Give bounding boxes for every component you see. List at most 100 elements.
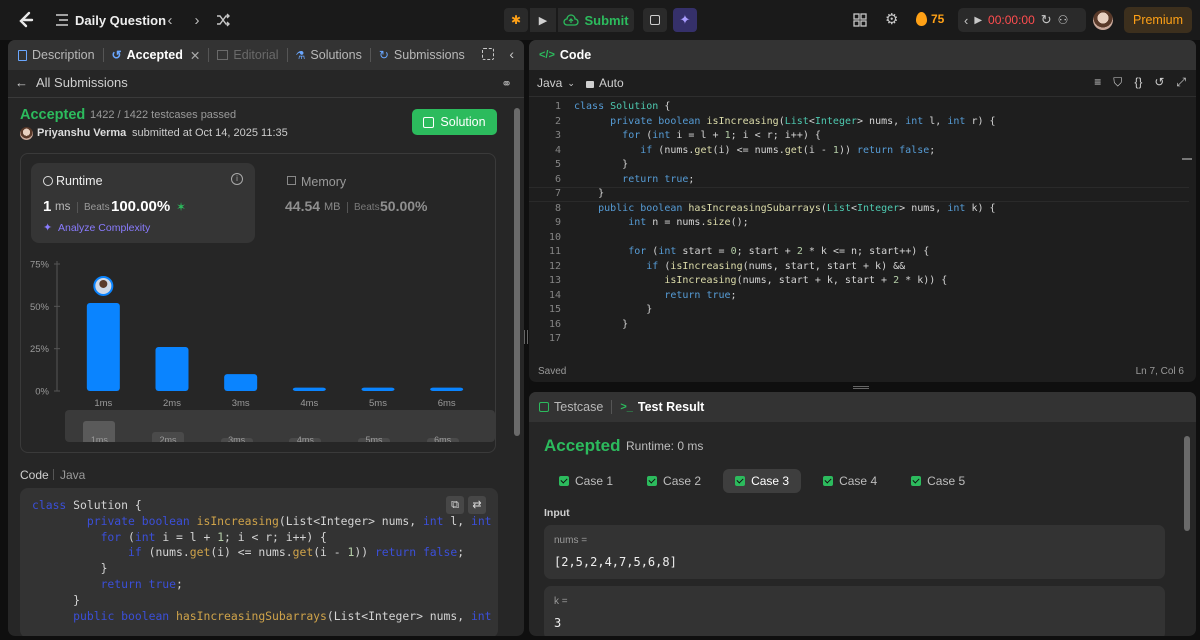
code-token: if bbox=[128, 545, 149, 560]
braces-icon[interactable]: {} bbox=[1134, 75, 1142, 90]
code-token: isIncreasing bbox=[670, 260, 743, 272]
code-token: } bbox=[574, 304, 653, 315]
bar-1ms[interactable] bbox=[86, 302, 120, 391]
code-token: ; start + bbox=[736, 246, 797, 257]
editor-code-line: for (int i = l + 1; i < r; i++) { bbox=[574, 129, 996, 144]
settings-gear-icon[interactable]: ⚙ bbox=[885, 12, 901, 28]
tab-solutions[interactable]: ⚗ Solutions bbox=[288, 40, 370, 70]
submitted-code-line: if (nums.get(i) <= nums.get(i - 1)) retu… bbox=[32, 545, 498, 561]
y-tick-label: 75% bbox=[30, 260, 50, 271]
run-button[interactable]: ▶ bbox=[530, 8, 556, 32]
ai-assist-button[interactable]: ✦ bbox=[673, 8, 697, 32]
code-token: get bbox=[694, 144, 713, 156]
notes-button[interactable] bbox=[643, 8, 667, 32]
vertical-resize-handle[interactable] bbox=[524, 330, 528, 344]
language-select[interactable]: Java ⌄ bbox=[537, 76, 575, 90]
memory-chip-icon bbox=[287, 176, 296, 185]
case-tab-3[interactable]: Case 3 bbox=[723, 469, 802, 493]
author-avatar[interactable] bbox=[20, 127, 33, 140]
fullscreen-icon[interactable]: ⤢ bbox=[1176, 75, 1186, 90]
testcases-passed: 1422 / 1422 testcases passed bbox=[90, 109, 237, 121]
solution-button[interactable]: Solution bbox=[412, 109, 497, 135]
bar-2ms[interactable] bbox=[155, 346, 189, 391]
stats-card: Runtime i 1 ms Beats 100.00% ✶ ✦ Analyze… bbox=[20, 153, 496, 453]
layout-icon[interactable] bbox=[853, 13, 867, 27]
bar-6ms[interactable] bbox=[430, 387, 464, 391]
code-token: List bbox=[826, 202, 851, 214]
line-number: 4 bbox=[554, 144, 561, 156]
timer-play-icon[interactable]: ▶ bbox=[974, 15, 982, 26]
left-scrollbar[interactable] bbox=[514, 108, 520, 436]
chart-range-slider[interactable]: 1ms 2ms 3ms 4ms 5ms 6ms bbox=[65, 410, 495, 442]
info-icon[interactable]: i bbox=[231, 173, 243, 185]
case-tab-1[interactable]: Case 1 bbox=[547, 469, 625, 493]
prev-question-icon[interactable]: ‹ bbox=[162, 11, 178, 29]
case-tab-5[interactable]: Case 5 bbox=[899, 469, 977, 493]
all-submissions-link[interactable]: ← All Submissions bbox=[15, 75, 128, 90]
avatar[interactable] bbox=[1093, 10, 1113, 30]
arrow-left-icon: ← bbox=[15, 75, 28, 90]
code-token: )) bbox=[838, 144, 857, 156]
shuffle-icon[interactable] bbox=[215, 12, 231, 28]
timer-reset-icon[interactable]: ↻ bbox=[1041, 12, 1052, 28]
tab-editorial[interactable]: Editorial bbox=[209, 40, 286, 70]
case-tab-2[interactable]: Case 2 bbox=[635, 469, 713, 493]
code-token: ; bbox=[730, 289, 737, 301]
tab-description[interactable]: Description bbox=[8, 40, 103, 70]
auto-mode-toggle[interactable]: Auto bbox=[586, 76, 624, 90]
tab-test-result[interactable]: >_ Test Result bbox=[612, 392, 712, 422]
code-token: (i - bbox=[802, 144, 833, 156]
streak-counter[interactable]: 75 bbox=[916, 12, 944, 26]
case-tab-4[interactable]: Case 4 bbox=[811, 469, 889, 493]
bar-4ms[interactable] bbox=[292, 387, 326, 391]
submit-button[interactable]: Submit bbox=[558, 8, 634, 32]
test-scrollbar[interactable] bbox=[1184, 436, 1190, 531]
cursor-position: Ln 7, Col 6 bbox=[1135, 366, 1184, 377]
next-question-icon[interactable]: › bbox=[189, 11, 205, 29]
editor-scrollbar-marker[interactable] bbox=[1182, 158, 1192, 160]
timer-collapse-icon[interactable]: ‹ bbox=[964, 13, 968, 28]
runtime-beats: 100.00% bbox=[111, 198, 171, 215]
bar-3ms[interactable] bbox=[224, 374, 258, 391]
bar-5ms[interactable] bbox=[361, 387, 395, 391]
problem-list-icon[interactable] bbox=[54, 12, 70, 28]
format-icon[interactable]: ≡ bbox=[1094, 75, 1101, 90]
code-token: } bbox=[574, 318, 629, 330]
code-brackets-icon: </> bbox=[539, 49, 555, 61]
collapse-panel-icon[interactable]: ‹ bbox=[509, 46, 514, 62]
tab-accepted[interactable]: ↺ Accepted ✕ bbox=[104, 40, 209, 70]
code-editor[interactable]: class Solution { private boolean isIncre… bbox=[574, 100, 996, 347]
stat-separator bbox=[77, 202, 78, 213]
reset-icon[interactable]: ↺ bbox=[1154, 75, 1164, 90]
streak-count: 75 bbox=[931, 12, 945, 26]
tab-testcase[interactable]: Testcase bbox=[529, 392, 611, 422]
leetcode-logo-icon[interactable] bbox=[16, 10, 36, 30]
line-number: 14 bbox=[548, 289, 561, 301]
memory-card[interactable]: Memory 44.54 MB Beats 50.00% bbox=[271, 163, 481, 243]
maximize-icon[interactable] bbox=[482, 48, 494, 60]
runtime-card[interactable]: Runtime i 1 ms Beats 100.00% ✶ ✦ Analyze… bbox=[31, 163, 255, 243]
code-token: List bbox=[784, 115, 809, 127]
tab-code[interactable]: </> Code bbox=[529, 40, 599, 70]
horizontal-resize-handle[interactable] bbox=[853, 386, 869, 389]
code-token: int bbox=[947, 115, 972, 127]
daily-question-link[interactable]: Daily Question bbox=[75, 13, 166, 28]
premium-button[interactable]: Premium bbox=[1124, 7, 1192, 33]
bookmark-icon[interactable]: ⛉ bbox=[1113, 75, 1122, 90]
left-tabbar: Description ↺ Accepted ✕ Editorial ⚗ Sol… bbox=[8, 40, 524, 70]
close-tab-icon[interactable]: ✕ bbox=[190, 48, 200, 63]
share-link-icon[interactable]: ⚭ bbox=[501, 76, 512, 92]
code-token: ; bbox=[929, 144, 936, 156]
code-token: Integer bbox=[814, 115, 858, 127]
tab-test-result-label: Test Result bbox=[637, 400, 705, 414]
tab-submissions[interactable]: ↻ Submissions bbox=[371, 40, 473, 70]
author-name[interactable]: Priyanshu Verma bbox=[37, 127, 126, 139]
analyze-complexity-link[interactable]: Analyze Complexity bbox=[58, 222, 150, 234]
add-user-icon[interactable]: ⚇ bbox=[1058, 13, 1069, 27]
debug-button[interactable]: ✱ bbox=[504, 8, 528, 32]
memory-beats: 50.00% bbox=[380, 198, 428, 214]
